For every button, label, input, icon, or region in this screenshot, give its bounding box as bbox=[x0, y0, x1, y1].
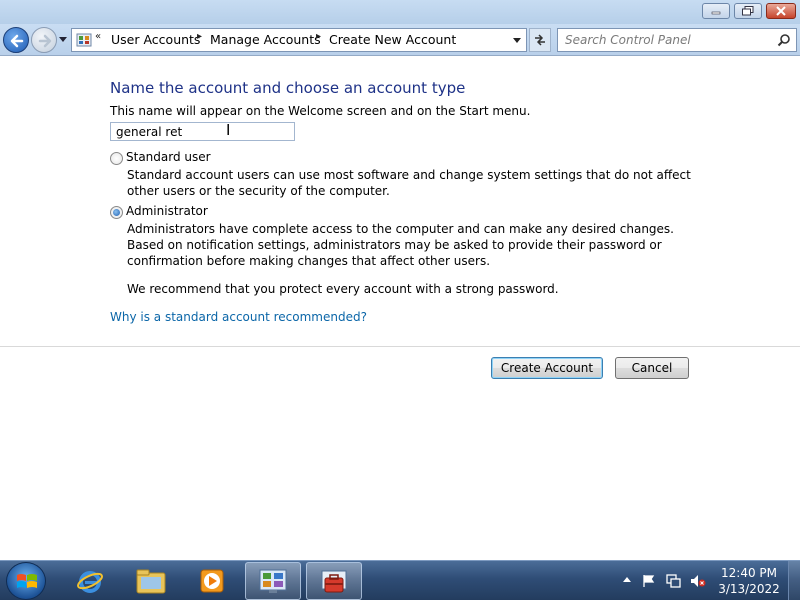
windows-explorer-icon bbox=[136, 569, 166, 594]
breadcrumb-create-new-account[interactable]: Create New Account bbox=[329, 32, 456, 47]
back-arrow-icon bbox=[10, 34, 24, 48]
refresh-icon bbox=[535, 34, 545, 46]
network-icon[interactable] bbox=[666, 574, 682, 588]
show-desktop-button[interactable] bbox=[788, 561, 800, 600]
page-title: Name the account and choose an account t… bbox=[110, 79, 466, 97]
taskbar-media-player[interactable] bbox=[184, 562, 240, 600]
windows-logo-icon bbox=[17, 574, 37, 588]
breadcrumb-overflow[interactable]: « bbox=[95, 31, 101, 42]
forward-arrow-icon bbox=[38, 34, 52, 48]
breadcrumb-user-accounts[interactable]: User Accounts bbox=[111, 32, 200, 47]
media-player-icon bbox=[200, 569, 224, 593]
volume-muted-icon[interactable] bbox=[690, 574, 706, 588]
system-tray bbox=[618, 561, 718, 600]
administrator-radio[interactable] bbox=[110, 206, 123, 219]
standard-user-description: Standard account users can use most soft… bbox=[127, 168, 691, 198]
clock[interactable]: 12:40 PM 3/13/2022 bbox=[718, 565, 780, 597]
create-account-button[interactable]: Create Account bbox=[491, 357, 603, 379]
taskbar-internet-explorer[interactable] bbox=[62, 562, 118, 600]
close-icon bbox=[767, 4, 795, 18]
why-standard-account-link[interactable]: Why is a standard account recommended? bbox=[110, 310, 367, 324]
recent-pages-dropdown-icon[interactable] bbox=[58, 36, 68, 44]
name-description: This name will appear on the Welcome scr… bbox=[110, 104, 531, 118]
divider bbox=[0, 346, 800, 347]
clock-date: 3/13/2022 bbox=[718, 582, 780, 596]
search-box[interactable] bbox=[557, 28, 797, 52]
internet-explorer-icon bbox=[77, 571, 103, 593]
breadcrumb-manage-accounts[interactable]: Manage Accounts bbox=[210, 32, 321, 47]
cancel-button[interactable]: Cancel bbox=[615, 357, 689, 379]
standard-user-label[interactable]: Standard user bbox=[126, 150, 211, 164]
clock-time: 12:40 PM bbox=[721, 566, 777, 580]
text-cursor-icon: I bbox=[226, 121, 231, 139]
forward-button[interactable] bbox=[31, 27, 57, 53]
control-panel-icon bbox=[76, 33, 92, 47]
start-button[interactable] bbox=[6, 562, 46, 600]
address-dropdown-icon[interactable] bbox=[512, 37, 522, 45]
refresh-button[interactable] bbox=[529, 28, 551, 52]
administrator-description: Administrators have complete access to t… bbox=[127, 222, 674, 268]
back-button[interactable] bbox=[3, 27, 29, 53]
taskbar-control-panel[interactable] bbox=[245, 562, 301, 600]
taskbar-windows-explorer[interactable] bbox=[123, 562, 179, 600]
breadcrumb-chevron-icon[interactable]: ▸ bbox=[197, 31, 202, 42]
close-button[interactable] bbox=[766, 3, 796, 19]
search-input[interactable] bbox=[558, 29, 768, 51]
title-bar bbox=[0, 0, 800, 24]
taskbar-user-accounts[interactable] bbox=[306, 562, 362, 600]
restore-icon bbox=[735, 4, 761, 18]
user-accounts-icon bbox=[321, 570, 347, 593]
navigation-bar: « User Accounts ▸ Manage Accounts ▸ Crea… bbox=[0, 24, 800, 56]
action-center-flag-icon[interactable] bbox=[642, 574, 656, 588]
account-name-input[interactable] bbox=[110, 122, 295, 141]
search-icon[interactable] bbox=[777, 33, 791, 47]
control-panel-icon bbox=[259, 569, 287, 593]
breadcrumb-chevron-icon[interactable]: ▸ bbox=[316, 31, 321, 42]
minimize-button[interactable] bbox=[702, 3, 730, 19]
content-pane: Name the account and choose an account t… bbox=[0, 57, 800, 560]
show-hidden-icons[interactable] bbox=[622, 574, 632, 584]
address-bar[interactable]: « User Accounts ▸ Manage Accounts ▸ Crea… bbox=[71, 28, 527, 52]
taskbar: 12:40 PM 3/13/2022 bbox=[0, 560, 800, 600]
administrator-label[interactable]: Administrator bbox=[126, 204, 208, 218]
restore-button[interactable] bbox=[734, 3, 762, 19]
standard-user-radio[interactable] bbox=[110, 152, 123, 165]
password-recommendation: We recommend that you protect every acco… bbox=[127, 282, 559, 296]
minimize-icon bbox=[703, 4, 729, 18]
